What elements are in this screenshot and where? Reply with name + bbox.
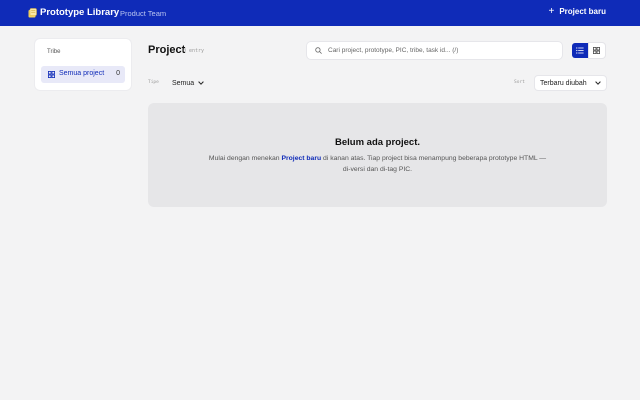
sidebar-item-all-projects[interactable]: Semua project 0: [41, 66, 125, 83]
chevron-down-icon: [198, 81, 204, 85]
empty-state-body: Mulai dengan menekan Project baru di kan…: [208, 153, 547, 175]
search-input[interactable]: [328, 44, 556, 57]
plus-icon: +: [548, 5, 555, 17]
list-icon: [576, 47, 584, 54]
entry-count: 0 entry: [183, 48, 205, 54]
sort-value: Terbaru diubah: [540, 79, 587, 87]
sidebar: Tribe Semua project 0: [35, 39, 131, 90]
empty-state-body-suffix: di kanan atas. Tiap project bisa menampu…: [321, 155, 547, 173]
title-separator: ·: [113, 8, 116, 17]
list-view-button[interactable]: [572, 43, 588, 58]
search-box: [307, 42, 562, 59]
sort-select[interactable]: Terbaru diubah: [535, 76, 606, 90]
sidebar-item-label: Semua project: [59, 70, 105, 77]
grid-view-button[interactable]: [589, 43, 605, 58]
new-project-label: Project baru: [559, 7, 606, 16]
empty-state-title: Belum ada project.: [335, 137, 420, 148]
search-icon: [315, 47, 322, 54]
sidebar-heading: Tribe: [47, 49, 61, 55]
type-filter-select[interactable]: Semua: [172, 76, 208, 90]
type-filter-value: Semua: [172, 79, 195, 87]
page-title: Project: [148, 44, 186, 56]
top-bar: Prototype Library · Product Team + Proje…: [0, 0, 640, 26]
empty-state: Belum ada project. Mulai dengan menekan …: [148, 103, 607, 207]
sidebar-item-count: 0: [116, 70, 120, 77]
type-filter-label: Tipe: [148, 80, 159, 85]
chevron-down-icon: [595, 81, 601, 85]
sort-label: Sort: [514, 80, 525, 85]
grid-icon: [593, 47, 600, 54]
app-title: Prototype Library: [40, 7, 120, 18]
team-name: Product Team: [120, 9, 167, 18]
empty-state-body-prefix: Mulai dengan menekan: [208, 155, 282, 162]
folder-note-icon: [28, 8, 37, 18]
new-project-link[interactable]: Project baru: [281, 155, 321, 162]
grid-icon: [48, 71, 55, 78]
new-project-button[interactable]: + Project baru: [548, 5, 606, 17]
